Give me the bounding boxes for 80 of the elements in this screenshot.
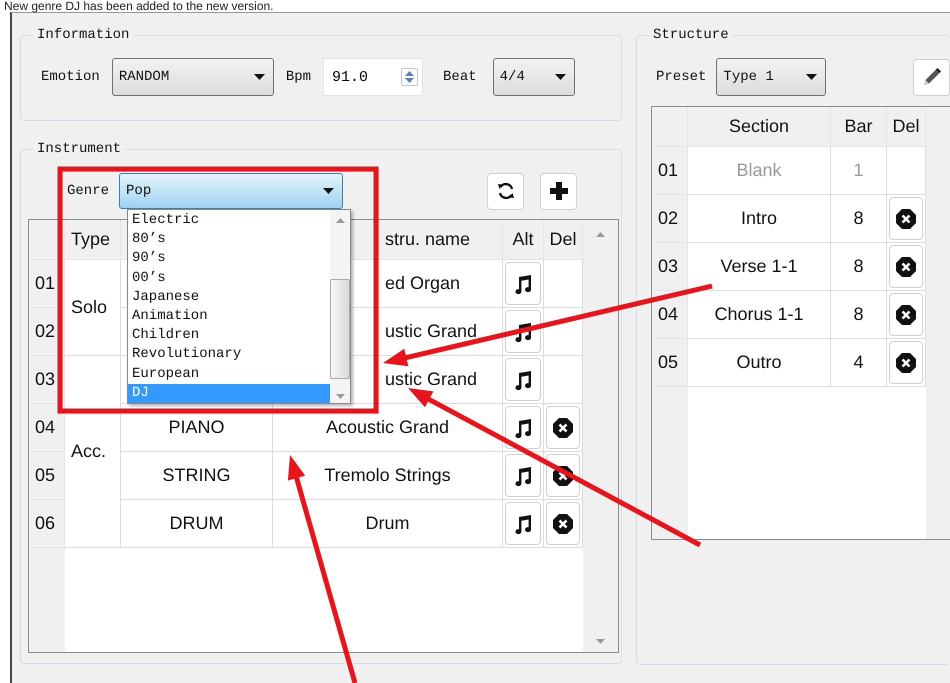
scroll-thumb[interactable] <box>330 278 350 378</box>
bpm-spinbox[interactable]: 91.0 <box>323 58 424 96</box>
scrollbar[interactable] <box>583 220 618 652</box>
genre-dropdown[interactable]: Pop <box>119 173 344 209</box>
delete-button[interactable] <box>546 502 580 545</box>
column-header: Section <box>688 107 831 147</box>
add-button[interactable] <box>540 172 577 210</box>
up-arrow-icon <box>405 71 414 76</box>
column-header: Type <box>65 220 121 260</box>
table-cell: 8 <box>831 195 887 243</box>
table-cell: 1 <box>831 147 887 195</box>
edit-button[interactable] <box>913 58 950 96</box>
music-note-icon <box>514 370 532 390</box>
down-arrow-icon <box>405 78 414 83</box>
dropdown-arrow-icon <box>554 74 566 80</box>
table-cell: DRUM <box>121 500 273 548</box>
scrollbar[interactable] <box>330 210 350 403</box>
alternate-button[interactable] <box>505 406 541 449</box>
refresh-icon <box>496 181 516 201</box>
delete-icon <box>896 304 916 324</box>
table-cell: Outro <box>688 339 831 387</box>
delete-button[interactable] <box>889 293 923 336</box>
row-number: 05 <box>29 452 65 500</box>
row-number: 03 <box>652 243 688 291</box>
table-cell: Blank <box>688 147 831 195</box>
header-corner <box>652 107 688 147</box>
music-note-icon <box>514 514 532 534</box>
caption-text: New genre DJ has been added to the new version. <box>3 0 275 12</box>
field-label: Beat <box>443 69 477 85</box>
table-cell: 4 <box>831 339 887 387</box>
delete-icon <box>896 208 916 228</box>
refresh-button[interactable] <box>487 172 524 210</box>
delete-button[interactable] <box>889 197 923 240</box>
column-header: Del <box>544 220 583 260</box>
emotion-dropdown[interactable]: RANDOM <box>112 58 274 96</box>
column-header: Del <box>887 107 926 147</box>
row-number: 06 <box>29 500 65 548</box>
dropdown-arrow-icon <box>323 188 334 194</box>
dropdown-arrow-icon <box>806 74 818 80</box>
delete-icon <box>553 418 573 438</box>
table-cell: 8 <box>831 291 887 339</box>
alternate-button[interactable] <box>505 358 541 401</box>
music-note-icon <box>514 466 532 486</box>
delete-icon <box>553 514 573 534</box>
field-label: Emotion <box>41 69 100 85</box>
table-cell: Solo <box>65 260 121 356</box>
field-label: Bpm <box>286 69 312 85</box>
row-number: 05 <box>652 339 688 387</box>
alternate-button[interactable] <box>505 454 541 497</box>
alternate-button[interactable] <box>505 262 541 305</box>
row-number: 01 <box>652 147 688 195</box>
delete-button[interactable] <box>889 245 923 288</box>
delete-button[interactable] <box>889 341 923 384</box>
beat-dropdown[interactable]: 4/4 <box>492 58 575 96</box>
table-cell: Intro <box>688 195 831 243</box>
scroll-up-icon <box>336 218 344 223</box>
row-number: 04 <box>652 291 688 339</box>
column-header: Bar <box>831 107 887 147</box>
field-label: Genre <box>67 183 110 199</box>
table-cell: STRING <box>121 452 273 500</box>
scroll-up-icon <box>596 232 605 237</box>
field-label: Preset <box>656 69 706 85</box>
genre-list[interactable]: Electric 80’s 90’s 00’s Japanese Animation Children Revolutionary European DJ <box>127 209 351 404</box>
table-cell: 8 <box>831 243 887 291</box>
table-cell: Acc. <box>65 356 121 548</box>
music-note-icon <box>514 418 532 438</box>
dropdown-arrow-icon <box>254 74 265 80</box>
delete-icon <box>896 352 916 372</box>
delete-icon <box>896 256 916 276</box>
music-note-icon <box>514 274 532 294</box>
scroll-down-icon <box>336 394 344 399</box>
plus-icon <box>548 181 568 201</box>
row-number: 04 <box>29 404 65 452</box>
delete-button[interactable] <box>546 406 580 449</box>
column-header: Alt <box>503 220 544 260</box>
alternate-button[interactable] <box>505 502 541 545</box>
row-number: 02 <box>652 195 688 243</box>
scroll-down-icon <box>596 639 605 644</box>
preset-dropdown[interactable]: Type 1 <box>716 58 826 96</box>
spin-buttons[interactable] <box>401 68 418 86</box>
